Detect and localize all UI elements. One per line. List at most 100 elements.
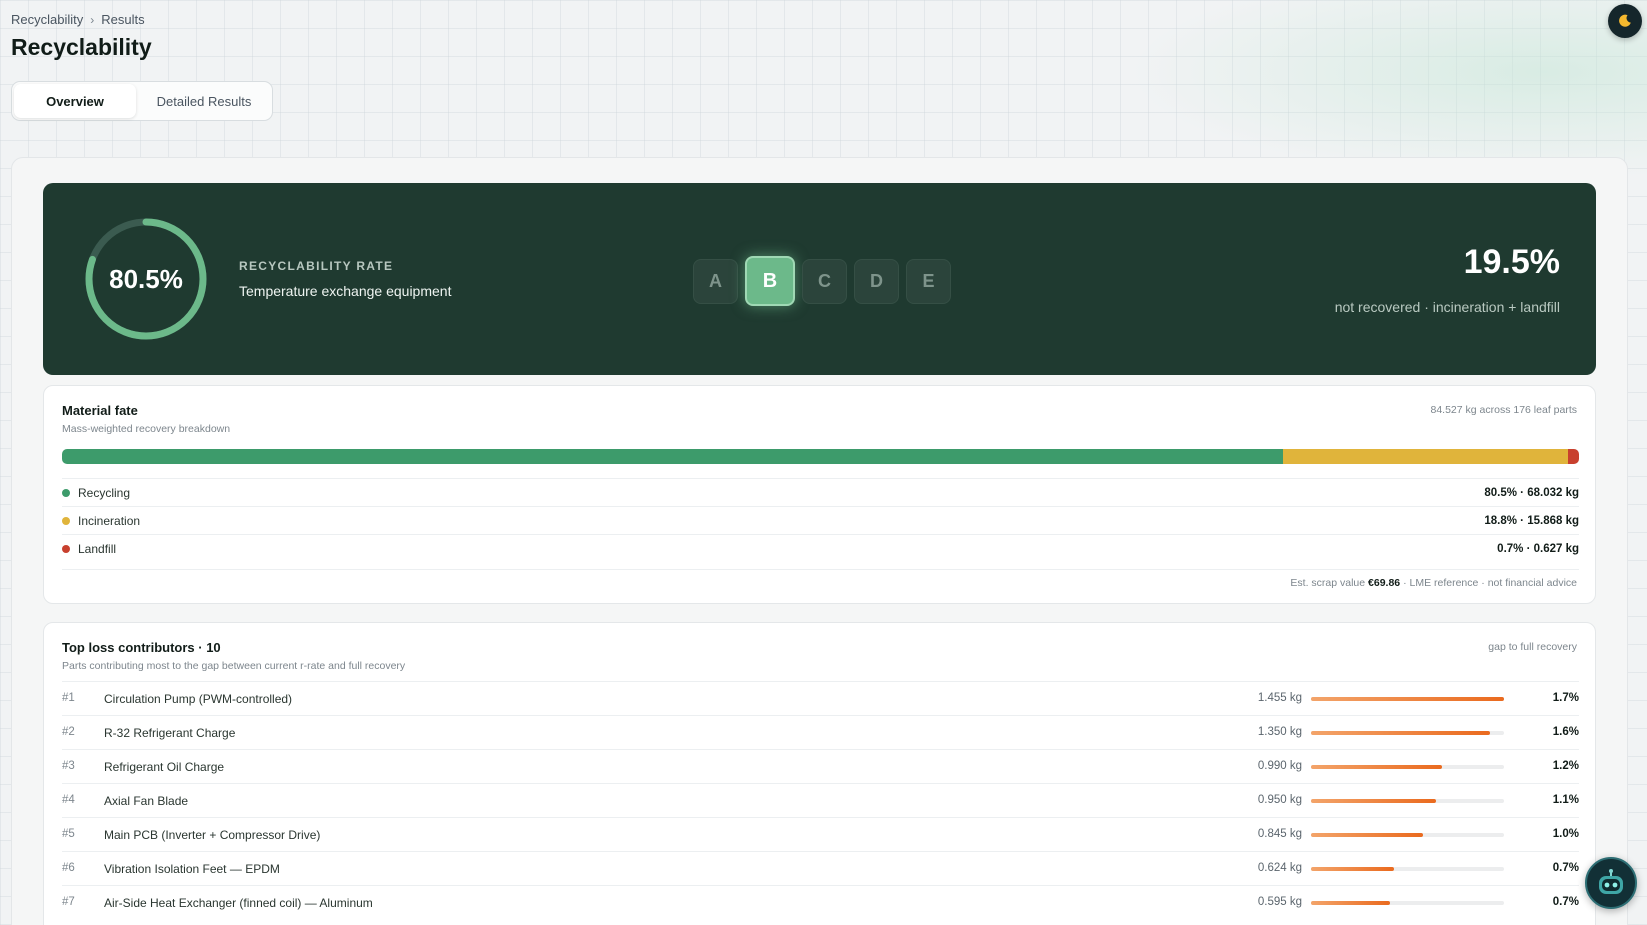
loss-bar-track bbox=[1311, 697, 1504, 701]
loss-part-name: Circulation Pump (PWM-controlled) bbox=[104, 692, 293, 706]
loss-percent: 1.0% bbox=[1552, 828, 1579, 840]
loss-mass: 1.350 kg bbox=[1257, 726, 1302, 738]
material-fate-bar bbox=[62, 449, 1579, 464]
moon-icon bbox=[1619, 14, 1631, 27]
not-recovered-text: not recovered · incineration + landfill bbox=[1334, 299, 1560, 315]
product-category: Temperature exchange equipment bbox=[239, 283, 452, 299]
loss-mass: 0.595 kg bbox=[1257, 896, 1302, 908]
loss-bar-track bbox=[1311, 867, 1504, 871]
grade-b: B bbox=[745, 256, 795, 306]
loss-percent: 1.7% bbox=[1552, 692, 1579, 704]
loss-rank: #3 bbox=[62, 760, 75, 772]
loss-bar-track bbox=[1311, 731, 1504, 735]
fate-name: Incineration bbox=[78, 513, 141, 528]
breadcrumb-current: Results bbox=[101, 12, 145, 27]
loss-part-name: Axial Fan Blade bbox=[104, 794, 189, 808]
loss-rank: #2 bbox=[62, 726, 75, 738]
loss-bar-fill bbox=[1311, 765, 1443, 769]
loss-row[interactable]: #5 Main PCB (Inverter + Compressor Drive… bbox=[62, 817, 1579, 851]
loss-row[interactable]: #3 Refrigerant Oil Charge 0.990 kg 1.2% bbox=[62, 749, 1579, 783]
loss-percent: 0.7% bbox=[1552, 862, 1579, 874]
theme-toggle-button[interactable] bbox=[1608, 4, 1642, 38]
page-title: Recyclability bbox=[11, 34, 152, 60]
loss-percent: 1.1% bbox=[1552, 794, 1579, 806]
loss-mass: 0.950 kg bbox=[1257, 794, 1302, 806]
loss-bar-fill bbox=[1311, 867, 1394, 871]
loss-subtitle: Parts contributing most to the gap betwe… bbox=[62, 660, 406, 672]
fate-segment-landfill bbox=[1568, 449, 1579, 464]
loss-bar-track bbox=[1311, 799, 1504, 803]
loss-bar-fill bbox=[1311, 799, 1437, 803]
loss-rank: #5 bbox=[62, 828, 75, 840]
grade-d: D bbox=[854, 258, 899, 304]
fate-value: 18.8% · 15.868 kg bbox=[1484, 514, 1579, 527]
loss-row[interactable]: #7 Air-Side Heat Exchanger (finned coil)… bbox=[62, 885, 1579, 919]
loss-bar-fill bbox=[1311, 731, 1491, 735]
loss-mass: 0.624 kg bbox=[1257, 862, 1302, 874]
material-fate-subtitle: Mass-weighted recovery breakdown bbox=[62, 423, 231, 435]
loss-mass: 0.845 kg bbox=[1257, 828, 1302, 840]
loss-row[interactable]: #2 R-32 Refrigerant Charge 1.350 kg 1.6% bbox=[62, 715, 1579, 749]
breadcrumb-separator: › bbox=[90, 12, 95, 27]
grade-e: E bbox=[906, 258, 951, 304]
not-recovered-value: 19.5% bbox=[1463, 243, 1560, 281]
grade-c: C bbox=[802, 258, 847, 304]
scrap-prefix: Est. scrap value bbox=[1290, 577, 1366, 589]
landfill-dot bbox=[62, 544, 70, 553]
loss-part-name: Main PCB (Inverter + Compressor Drive) bbox=[104, 828, 321, 842]
loss-part-name: R-32 Refrigerant Charge bbox=[104, 726, 236, 740]
loss-rank: #1 bbox=[62, 692, 75, 704]
loss-row[interactable]: #6 Vibration Isolation Feet — EPDM 0.624… bbox=[62, 851, 1579, 885]
fate-row-landfill: Landfill 0.7% · 0.627 kg bbox=[62, 534, 1579, 562]
loss-percent: 1.2% bbox=[1552, 760, 1579, 772]
fate-value: 80.5% · 68.032 kg bbox=[1484, 486, 1579, 499]
fate-value: 0.7% · 0.627 kg bbox=[1497, 542, 1579, 555]
loss-percent: 0.7% bbox=[1552, 896, 1579, 908]
material-fate-card: Material fate Mass-weighted recovery bre… bbox=[43, 385, 1596, 604]
fate-name: Recycling bbox=[78, 485, 131, 500]
grade-scale: A B C D E bbox=[693, 256, 951, 306]
tab-detailed-results[interactable]: Detailed Results bbox=[138, 84, 270, 118]
loss-part-name: Refrigerant Oil Charge bbox=[104, 760, 225, 774]
fate-row-incineration: Incineration 18.8% · 15.868 kg bbox=[62, 506, 1579, 534]
incineration-dot bbox=[62, 516, 70, 525]
recycling-dot bbox=[62, 488, 70, 497]
fate-segment-recycling bbox=[62, 449, 1284, 464]
loss-rank: #4 bbox=[62, 794, 75, 806]
scrap-suffix: · LME reference · not financial advice bbox=[1403, 577, 1577, 589]
loss-bar-fill bbox=[1311, 697, 1504, 701]
loss-bar-track bbox=[1311, 833, 1504, 837]
grade-a: A bbox=[693, 258, 738, 304]
loss-percent: 1.6% bbox=[1552, 726, 1579, 738]
loss-part-name: Air-Side Heat Exchanger (finned coil) — … bbox=[104, 896, 373, 910]
scrap-value-note: Est. scrap value €69.86 · LME reference … bbox=[1290, 577, 1577, 589]
loss-bar-fill bbox=[1311, 901, 1391, 905]
fate-row-recycling: Recycling 80.5% · 68.032 kg bbox=[62, 478, 1579, 506]
assistant-button[interactable] bbox=[1585, 857, 1637, 909]
loss-row[interactable]: #1 Circulation Pump (PWM-controlled) 1.4… bbox=[62, 681, 1579, 715]
loss-part-name: Vibration Isolation Feet — EPDM bbox=[104, 862, 280, 876]
loss-bar-track bbox=[1311, 901, 1504, 905]
material-fate-meta: 84.527 kg across 176 leaf parts bbox=[1430, 404, 1577, 416]
loss-contributors-card: Top loss contributors · 10 Parts contrib… bbox=[43, 622, 1596, 925]
fate-segment-incineration bbox=[1283, 449, 1569, 464]
material-fate-title: Material fate bbox=[62, 403, 138, 418]
loss-mass: 0.990 kg bbox=[1257, 760, 1302, 772]
view-tabs: Overview Detailed Results bbox=[11, 81, 273, 121]
breadcrumb-root[interactable]: Recyclability bbox=[11, 12, 83, 27]
loss-meta: gap to full recovery bbox=[1488, 641, 1577, 653]
loss-title: Top loss contributors · 10 bbox=[62, 640, 221, 655]
tab-overview[interactable]: Overview bbox=[14, 84, 136, 118]
loss-row[interactable]: #4 Axial Fan Blade 0.950 kg 1.1% bbox=[62, 783, 1579, 817]
robot-icon bbox=[1599, 869, 1623, 894]
rate-value: 80.5% bbox=[109, 263, 183, 294]
rate-label: RECYCLABILITY RATE bbox=[239, 259, 394, 273]
background-glow bbox=[1127, 0, 1647, 180]
loss-bar-fill bbox=[1311, 833, 1423, 837]
loss-rank: #7 bbox=[62, 896, 75, 908]
recyclability-hero: 80.5% RECYCLABILITY RATE Temperature exc… bbox=[43, 183, 1596, 375]
fate-name: Landfill bbox=[78, 541, 117, 556]
loss-rank: #6 bbox=[62, 862, 75, 874]
loss-mass: 1.455 kg bbox=[1257, 692, 1302, 704]
scrap-value: €69.86 bbox=[1368, 577, 1401, 589]
